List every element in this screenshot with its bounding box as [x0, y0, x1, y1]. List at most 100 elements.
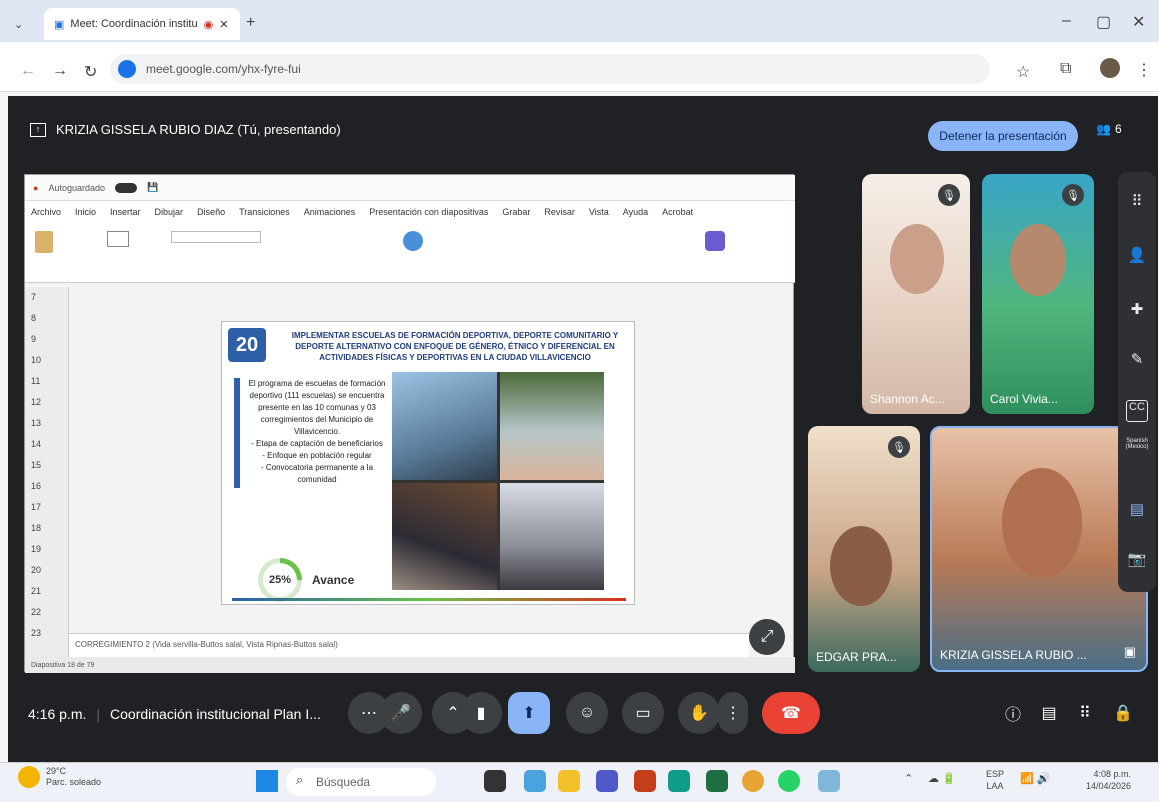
browser-menu-icon[interactable]: ⋮ — [1136, 60, 1152, 80]
edge-icon[interactable] — [668, 770, 690, 792]
slide-thumbnail[interactable]: 7 — [25, 287, 68, 308]
slide-thumbnail[interactable]: 11 — [25, 371, 68, 392]
people-add-icon[interactable]: 👤 — [1126, 246, 1148, 268]
whatsapp-icon[interactable] — [778, 770, 800, 792]
maximize-icon[interactable]: ▢ — [1096, 12, 1111, 32]
save-icon[interactable]: 💾 — [147, 182, 158, 193]
shapes-icon[interactable] — [403, 231, 423, 251]
participant-tile[interactable]: 🎙 Shannon Ac... — [862, 174, 970, 414]
slide-thumbnail[interactable]: 13 — [25, 413, 68, 434]
ppt-menu-item[interactable]: Transiciones — [239, 207, 290, 217]
more-options-button[interactable]: ⋮ — [718, 692, 748, 734]
font-box[interactable] — [171, 231, 261, 243]
powerpoint-icon[interactable] — [634, 770, 656, 792]
microphone-button[interactable]: 🎤 — [380, 692, 422, 734]
ppt-menu-item[interactable]: Inicio — [75, 207, 96, 217]
whiteboard-pen-icon[interactable]: ✎ — [1126, 350, 1148, 372]
slide-thumbnail[interactable]: 8 — [25, 308, 68, 329]
slide-thumbnail[interactable]: 12 — [25, 392, 68, 413]
slide-thumbnail[interactable]: 14 — [25, 434, 68, 455]
ppt-menu-item[interactable]: Diseño — [197, 207, 225, 217]
minimize-icon[interactable]: – — [1062, 12, 1071, 30]
captions-button[interactable]: ▭ — [622, 692, 664, 734]
ppt-menu-item[interactable]: Presentación con diapositivas — [369, 207, 488, 217]
emoji-button[interactable]: ☺ — [566, 692, 608, 734]
chrome-icon[interactable] — [742, 770, 764, 792]
tray-chevron-icon[interactable]: ⌃ — [904, 772, 913, 785]
url-field[interactable]: meet.google.com/yhx-fyre-fui — [110, 54, 990, 84]
captions-language[interactable]: Spanish (Mexico) — [1124, 438, 1150, 460]
participant-tile[interactable]: 🎙 EDGAR PRA... — [808, 426, 920, 672]
host-controls-button[interactable]: 🔒 — [1102, 692, 1144, 734]
slide-thumbnail[interactable]: 10 — [25, 350, 68, 371]
close-tab-icon[interactable]: ✕ — [219, 18, 228, 31]
ppt-menu-item[interactable]: Ayuda — [623, 207, 648, 217]
ppt-menu-item[interactable]: Animaciones — [304, 207, 356, 217]
stop-presenting-button[interactable]: Detener la presentación — [928, 121, 1078, 151]
task-view-icon[interactable] — [484, 770, 506, 792]
activities-button[interactable]: ⠿ — [1064, 692, 1106, 734]
file-explorer-icon[interactable] — [558, 770, 580, 792]
extensions-icon[interactable]: ⧉ — [1060, 60, 1071, 78]
paste-icon[interactable] — [35, 231, 53, 253]
app-icon[interactable] — [818, 770, 840, 792]
slide-thumbnail[interactable]: 18 — [25, 518, 68, 539]
ppt-menu-item[interactable]: Dibujar — [155, 207, 184, 217]
ppt-menu-item[interactable]: Archivo — [31, 207, 61, 217]
taskbar-search[interactable]: Búsqueda — [286, 768, 436, 796]
site-info-icon[interactable] — [118, 60, 136, 78]
speaker-notes[interactable]: CORREGIMIENTO 2 (Vida servilla-Buttos sa… — [69, 633, 749, 657]
camera-button[interactable]: ▮ — [460, 692, 502, 734]
activities-icon[interactable]: ✚ — [1126, 300, 1148, 322]
forward-icon[interactable]: → — [52, 62, 68, 80]
chevron-down-icon[interactable]: ⌄ — [14, 18, 23, 31]
taskbar-clock[interactable]: 4:08 p.m. 14/04/2026 — [1086, 768, 1131, 792]
participant-tile-self[interactable]: KRIZIA GISSELA RUBIO ... ▣ — [930, 426, 1148, 672]
ppt-menu-item[interactable]: Acrobat — [662, 207, 693, 217]
back-icon[interactable]: ← — [20, 62, 36, 80]
browser-tab[interactable]: ▣ Meet: Coordinación institu ◉ ✕ — [44, 8, 240, 40]
weather-widget[interactable]: 29°C Parc. soleado — [18, 766, 101, 788]
slide-thumbnail[interactable]: 20 — [25, 560, 68, 581]
network-volume-icons[interactable]: 📶 🔊 — [1020, 772, 1050, 785]
designer-icon[interactable] — [705, 231, 725, 251]
expand-button[interactable]: ⤢ — [749, 619, 785, 655]
raise-hand-button[interactable]: ✋ — [678, 692, 720, 734]
reload-icon[interactable]: ↻ — [84, 62, 97, 82]
ppt-menu-item[interactable]: Revisar — [544, 207, 575, 217]
camera-icon[interactable]: 📷 — [1126, 550, 1148, 572]
close-window-icon[interactable]: ✕ — [1132, 12, 1145, 32]
slide-thumbnail[interactable]: 22 — [25, 602, 68, 623]
ppt-menu-item[interactable]: Insertar — [110, 207, 141, 217]
leave-call-button[interactable]: ☎ — [762, 692, 820, 734]
participant-tile[interactable]: 🎙 Carol Vivia... — [982, 174, 1094, 414]
slide-thumbnail[interactable]: 15 — [25, 455, 68, 476]
slide-thumbnail[interactable]: 9 — [25, 329, 68, 350]
slide-thumbnails[interactable]: 7 8 9 10 11 12 13 14 15 16 17 18 19 20 21 22 23 — [25, 287, 69, 657]
pin-icon[interactable]: ▣ — [1124, 644, 1136, 660]
present-button[interactable]: ⬆ — [508, 692, 550, 734]
tray-icons[interactable]: ☁ 🔋 — [928, 772, 956, 785]
new-tab-button[interactable]: + — [246, 14, 255, 32]
captions-icon[interactable]: CC — [1126, 400, 1148, 422]
slide-canvas[interactable]: 20 IMPLEMENTAR ESCUELAS DE FORMACIÓN DEP… — [221, 321, 635, 605]
profile-avatar[interactable] — [1100, 58, 1120, 78]
meeting-title[interactable]: Coordinación institucional Plan I... — [110, 706, 321, 722]
language-indicator[interactable]: ESP LAA — [986, 768, 1004, 792]
slide-thumbnail[interactable]: 16 — [25, 476, 68, 497]
excel-icon[interactable] — [706, 770, 728, 792]
start-button[interactable] — [256, 770, 278, 792]
autosave-toggle[interactable] — [115, 182, 137, 193]
widgets-icon[interactable] — [524, 770, 546, 792]
teams-icon[interactable] — [596, 770, 618, 792]
notes-icon[interactable]: ▤ — [1126, 500, 1148, 522]
new-slide-icon[interactable] — [107, 231, 129, 247]
slide-thumbnail[interactable]: 19 — [25, 539, 68, 560]
ppt-menu-item[interactable]: Vista — [589, 207, 609, 217]
participants-button[interactable]: 👥 6 — [1096, 122, 1122, 136]
slide-thumbnail[interactable]: 23 — [25, 623, 68, 644]
ppt-menu-item[interactable]: Grabar — [502, 207, 530, 217]
bookmark-star-icon[interactable]: ☆ — [1016, 62, 1030, 82]
apps-grid-icon[interactable]: ⠿ — [1126, 192, 1148, 214]
slide-thumbnail[interactable]: 17 — [25, 497, 68, 518]
